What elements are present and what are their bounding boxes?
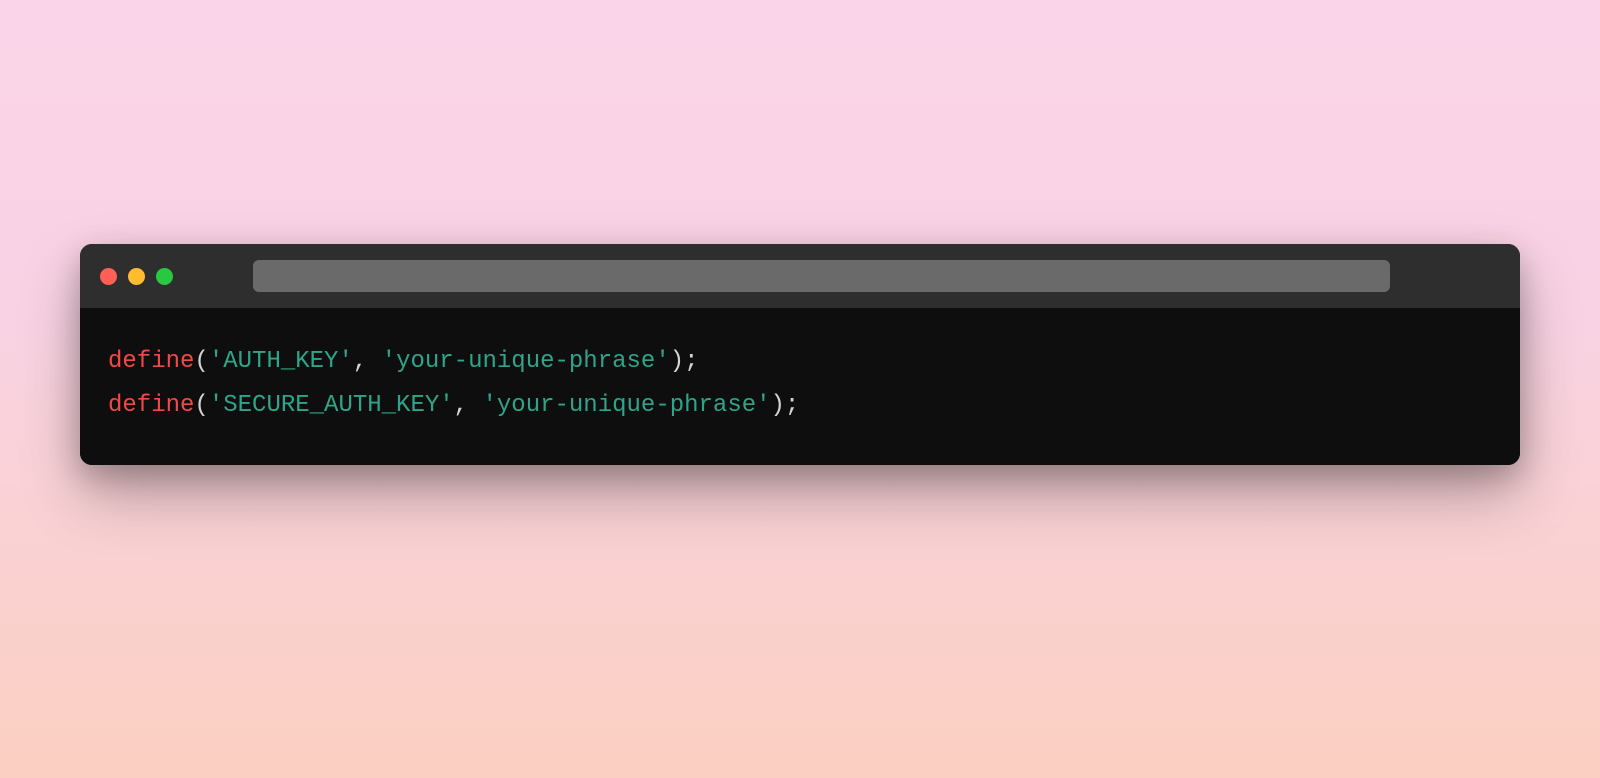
code-token: 'SECURE_AUTH_KEY' bbox=[209, 392, 454, 419]
code-token: ( bbox=[194, 348, 208, 375]
code-token: define bbox=[108, 392, 194, 419]
code-token: ); bbox=[670, 348, 699, 375]
code-token: define bbox=[108, 348, 194, 375]
minimize-icon[interactable] bbox=[128, 268, 145, 285]
traffic-lights bbox=[100, 268, 173, 285]
code-token: , bbox=[353, 348, 382, 375]
code-line: define('SECURE_AUTH_KEY', 'your-unique-p… bbox=[108, 384, 1492, 428]
code-token: 'your-unique-phrase' bbox=[482, 392, 770, 419]
window-titlebar bbox=[80, 244, 1520, 308]
code-line: define('AUTH_KEY', 'your-unique-phrase')… bbox=[108, 340, 1492, 384]
code-window: define('AUTH_KEY', 'your-unique-phrase')… bbox=[80, 244, 1520, 465]
maximize-icon[interactable] bbox=[156, 268, 173, 285]
close-icon[interactable] bbox=[100, 268, 117, 285]
code-token: ( bbox=[194, 392, 208, 419]
code-token: , bbox=[454, 392, 483, 419]
url-input[interactable] bbox=[253, 260, 1390, 292]
code-token: 'AUTH_KEY' bbox=[209, 348, 353, 375]
code-editor[interactable]: define('AUTH_KEY', 'your-unique-phrase')… bbox=[80, 308, 1520, 465]
code-token: 'your-unique-phrase' bbox=[382, 348, 670, 375]
code-token: ); bbox=[771, 392, 800, 419]
